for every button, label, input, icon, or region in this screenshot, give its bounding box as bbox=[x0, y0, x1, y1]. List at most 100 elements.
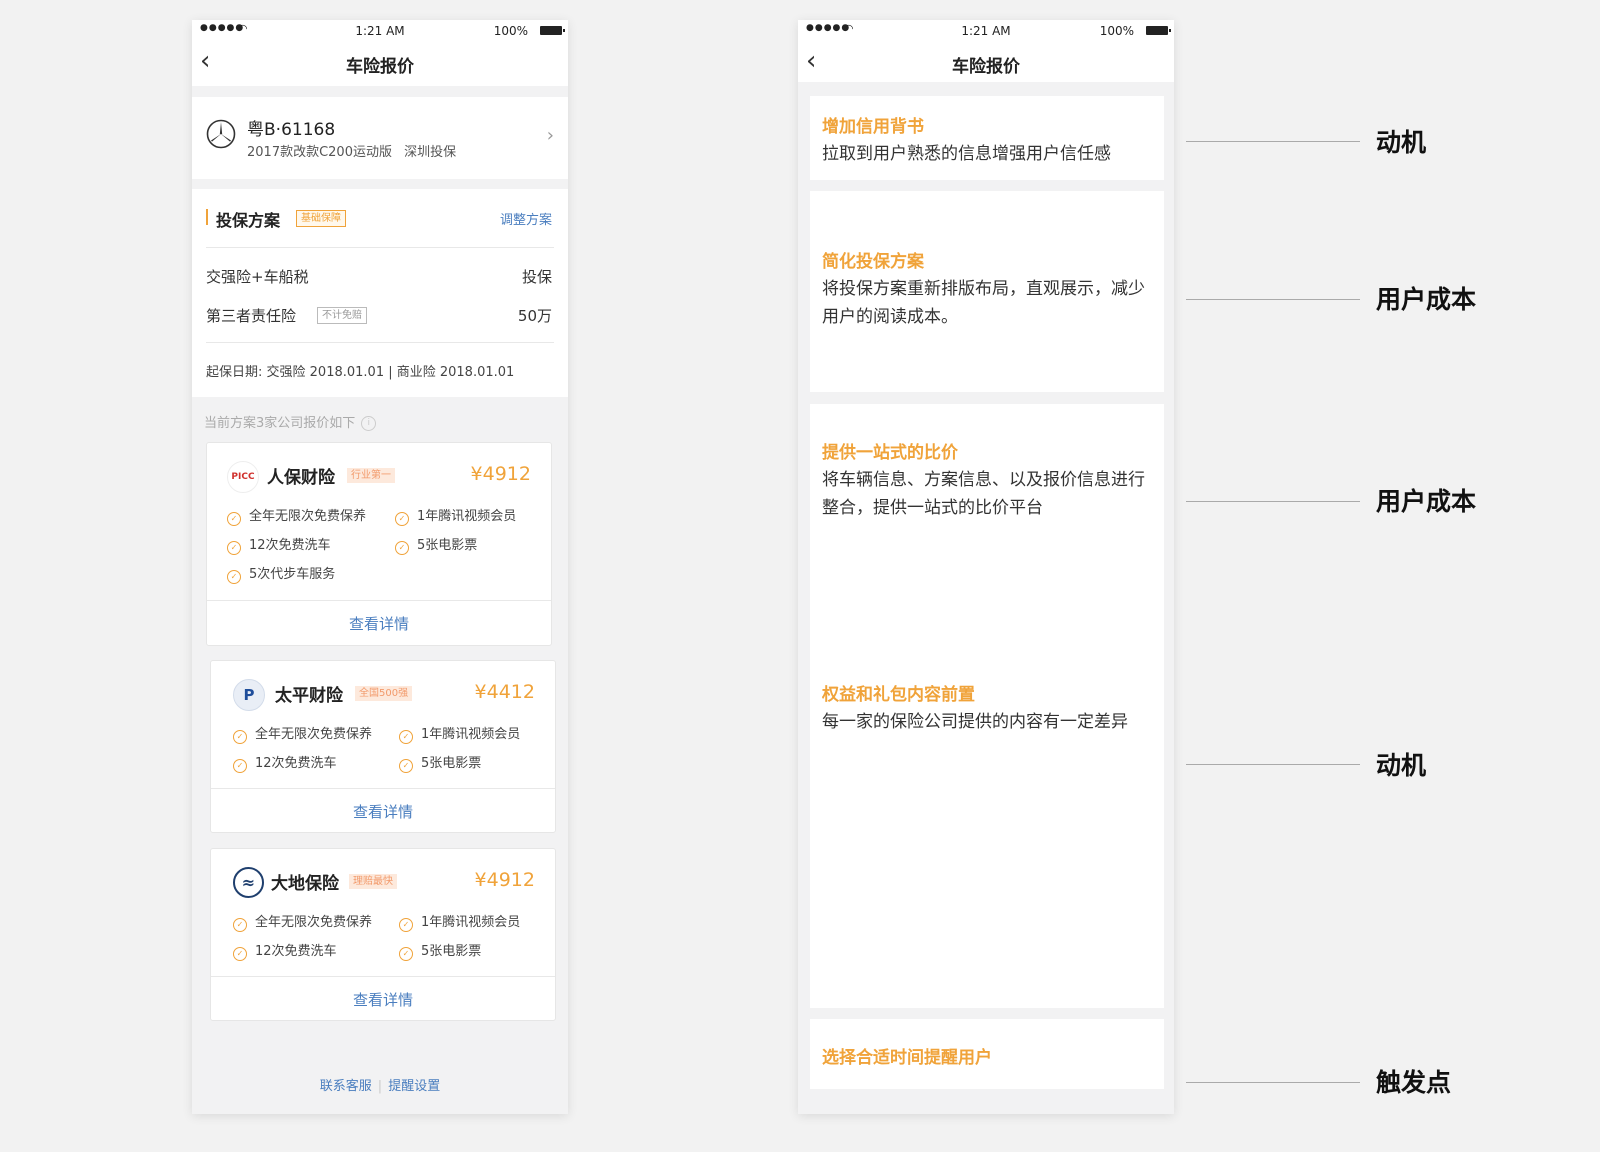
annotation-screen: ●●●●● ◠ 1:21 AM 100% ‹ 车险报价 增加信用背书 拉取到用户… bbox=[798, 20, 1174, 1114]
footer-separator: | bbox=[377, 1079, 383, 1094]
insurer-name: 人保财险 bbox=[267, 468, 335, 488]
plan-tag: 基础保障 bbox=[296, 210, 346, 227]
callout-label: 动机 bbox=[1376, 128, 1427, 157]
perk-text: 1年腾讯视频会员 bbox=[421, 915, 521, 930]
view-details-link[interactable]: 查看详情 bbox=[211, 801, 555, 822]
check-icon: ✓ bbox=[395, 541, 409, 555]
perk-item: ✓ 12次免费洗车 bbox=[233, 752, 337, 773]
plan-row-label: 交强险+车船税 bbox=[206, 268, 309, 286]
quote-list-header-text: 当前方案3家公司报价如下 bbox=[204, 416, 356, 431]
check-icon: ✓ bbox=[233, 759, 247, 773]
quote-card: PICC 人保财险 行业第一 ¥4912 ✓ 全年无限次免费保养 ✓ 1年腾讯视频会… bbox=[206, 442, 552, 646]
picc-logo-icon: PICC bbox=[227, 461, 259, 493]
car-model: 2017款改款C200运动版 bbox=[247, 145, 392, 160]
annotation-title: 简化投保方案 bbox=[822, 252, 924, 272]
dadi-logo-icon: ≈ bbox=[233, 867, 264, 898]
perk-item: ✓ 5次代步车服务 bbox=[227, 563, 335, 584]
perk-text: 5次代步车服务 bbox=[249, 567, 336, 582]
plan-row-label: 第三者责任险 bbox=[206, 307, 297, 325]
divider bbox=[211, 976, 555, 977]
taiping-logo-icon: P bbox=[233, 679, 265, 711]
annotation-card: 简化投保方案 将投保方案重新排版布局，直观展示，减少用户的阅读成本。 bbox=[810, 191, 1164, 392]
plan-row-value: 投保 bbox=[521, 268, 552, 286]
annotation-body: 将投保方案重新排版布局，直观展示，减少用户的阅读成本。 bbox=[822, 279, 1145, 327]
callout-line bbox=[1186, 141, 1360, 142]
perk-item: ✓ 1年腾讯视频会员 bbox=[395, 505, 516, 526]
start-date-label: 起保日期: bbox=[206, 365, 263, 380]
reminder-settings-link[interactable]: 提醒设置 bbox=[388, 1079, 440, 1094]
check-icon: ✓ bbox=[233, 730, 247, 744]
mercedes-logo-icon bbox=[206, 119, 236, 149]
annotation-title: 提供一站式的比价 bbox=[822, 443, 958, 463]
car-plate: 粤B·61168 bbox=[247, 120, 336, 140]
perk-text: 全年无限次免费保养 bbox=[255, 915, 373, 930]
perk-text: 5张电影票 bbox=[417, 538, 478, 553]
plan-row-value: 50万 bbox=[517, 307, 552, 325]
perk-item: ✓ 5张电影票 bbox=[399, 752, 481, 773]
insurer-tag: 全国500强 bbox=[355, 686, 413, 701]
perk-item: ✓ 12次免费洗车 bbox=[227, 534, 331, 555]
perk-item: ✓ 全年无限次免费保养 bbox=[227, 505, 366, 526]
perk-text: 12次免费洗车 bbox=[249, 538, 331, 553]
quote-card: ≈ 大地保险 理赔最快 ¥4912 ✓ 全年无限次免费保养 ✓ 1年腾讯视频会员 ✓… bbox=[210, 848, 556, 1021]
quote-screen: ●●●●● ◠ 1:21 AM 100% ‹ 车险报价 粤B·61168 201… bbox=[192, 20, 568, 1114]
car-info-card[interactable]: 粤B·61168 2017款改款C200运动版 深圳投保 › bbox=[192, 97, 568, 179]
callout-label: 用户成本 bbox=[1376, 487, 1477, 516]
battery-level: 100% bbox=[493, 24, 528, 38]
callout-line bbox=[1186, 501, 1360, 502]
nav-bar: ‹ 车险报价 bbox=[798, 42, 1174, 82]
plan-title: 投保方案 bbox=[216, 211, 281, 230]
callout-line bbox=[1186, 299, 1360, 300]
perk-item: ✓ 全年无限次免费保养 bbox=[233, 911, 372, 932]
insurer-name: 大地保险 bbox=[271, 874, 339, 894]
divider bbox=[211, 788, 555, 789]
start-date: 起保日期: 交强险 2018.01.01 | 商业险 2018.01.01 bbox=[206, 361, 514, 380]
contact-service-link[interactable]: 联系客服 bbox=[320, 1079, 372, 1094]
page-title: 车险报价 bbox=[346, 57, 414, 77]
perk-item: ✓ 12次免费洗车 bbox=[233, 940, 337, 961]
quote-price: ¥4412 bbox=[474, 681, 535, 703]
annotation-title: 权益和礼包内容前置 bbox=[822, 685, 975, 705]
annotation-title: 增加信用背书 bbox=[822, 117, 924, 137]
perk-text: 5张电影票 bbox=[421, 756, 482, 771]
adjust-plan-link[interactable]: 调整方案 bbox=[500, 209, 552, 228]
callout-label: 用户成本 bbox=[1376, 285, 1477, 314]
car-model-line: 2017款改款C200运动版 深圳投保 bbox=[247, 141, 456, 160]
view-details-link[interactable]: 查看详情 bbox=[207, 613, 551, 634]
check-icon: ✓ bbox=[399, 918, 413, 932]
annotation-card: 提供一站式的比价 将车辆信息、方案信息、以及报价信息进行整合，提供一站式的比价平… bbox=[810, 404, 1164, 1008]
perk-text: 全年无限次免费保养 bbox=[255, 727, 373, 742]
perk-text: 12次免费洗车 bbox=[255, 944, 337, 959]
check-icon: ✓ bbox=[399, 730, 413, 744]
annotation-body: 每一家的保险公司提供的内容有一定差异 bbox=[822, 712, 1128, 732]
check-icon: ✓ bbox=[399, 759, 413, 773]
plan-card: 投保方案 基础保障 调整方案 交强险+车船税 投保 第三者责任险 不计免赔 50… bbox=[192, 189, 568, 397]
callout-line bbox=[1186, 764, 1360, 765]
plan-row-tag: 不计免赔 bbox=[317, 307, 367, 324]
annotation-card: 增加信用背书 拉取到用户熟悉的信息增强用户信任感 bbox=[810, 96, 1164, 180]
annotation-body: 将车辆信息、方案信息、以及报价信息进行整合，提供一站式的比价平台 bbox=[822, 470, 1145, 518]
insurer-tag: 行业第一 bbox=[347, 468, 395, 483]
check-icon: ✓ bbox=[227, 512, 241, 526]
quote-price: ¥4912 bbox=[474, 869, 535, 891]
perk-item: ✓ 1年腾讯视频会员 bbox=[399, 723, 520, 744]
page-title: 车险报价 bbox=[952, 57, 1020, 77]
info-icon[interactable]: i bbox=[361, 416, 377, 431]
annotation-body: 拉取到用户熟悉的信息增强用户信任感 bbox=[822, 144, 1111, 164]
insurer-tag: 理赔最快 bbox=[349, 874, 397, 889]
callout-line bbox=[1186, 1082, 1360, 1083]
annotation-card: 选择合适时间提醒用户 bbox=[810, 1019, 1164, 1089]
perk-item: ✓ 全年无限次免费保养 bbox=[233, 723, 372, 744]
perk-item: ✓ 5张电影票 bbox=[395, 534, 477, 555]
check-icon: ✓ bbox=[395, 512, 409, 526]
perk-item: ✓ 5张电影票 bbox=[399, 940, 481, 961]
insure-location: 深圳投保 bbox=[404, 145, 457, 160]
perk-text: 5张电影票 bbox=[421, 944, 482, 959]
quote-card: P 太平财险 全国500强 ¥4412 ✓ 全年无限次免费保养 ✓ 1年腾讯视频会员… bbox=[210, 660, 556, 833]
callout-label: 触发点 bbox=[1376, 1068, 1452, 1097]
divider bbox=[206, 247, 554, 248]
battery-level: 100% bbox=[1099, 24, 1134, 38]
view-details-link[interactable]: 查看详情 bbox=[211, 989, 555, 1010]
check-icon: ✓ bbox=[227, 541, 241, 555]
perk-text: 1年腾讯视频会员 bbox=[417, 509, 517, 524]
